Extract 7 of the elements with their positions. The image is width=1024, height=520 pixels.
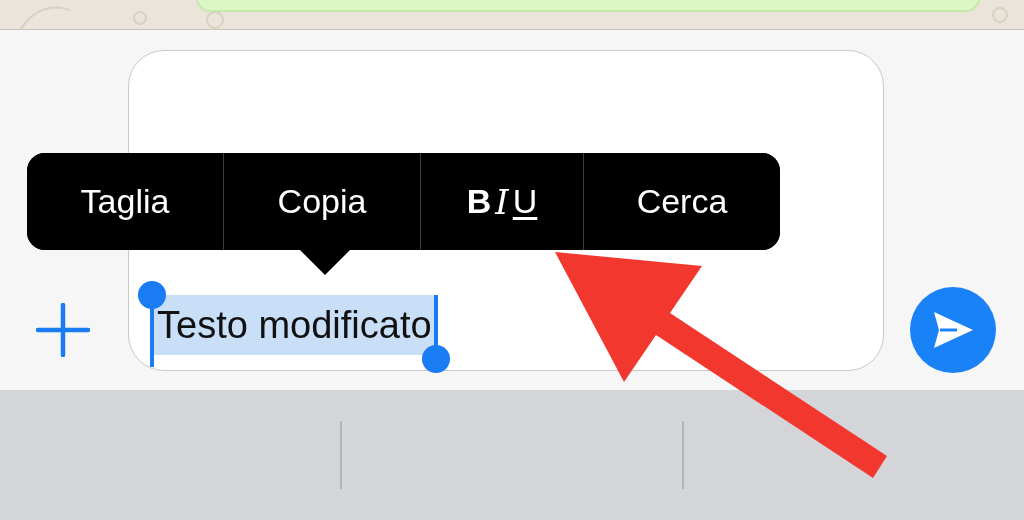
format-option[interactable]: I <box>495 181 509 222</box>
message-text: Testo modificato <box>151 295 434 355</box>
format-option[interactable]: B <box>466 182 492 221</box>
add-icon[interactable] <box>36 303 90 357</box>
menu-pointer <box>300 250 350 275</box>
format-option[interactable]: U <box>512 182 538 221</box>
menu-item[interactable]: Cerca <box>583 153 780 250</box>
